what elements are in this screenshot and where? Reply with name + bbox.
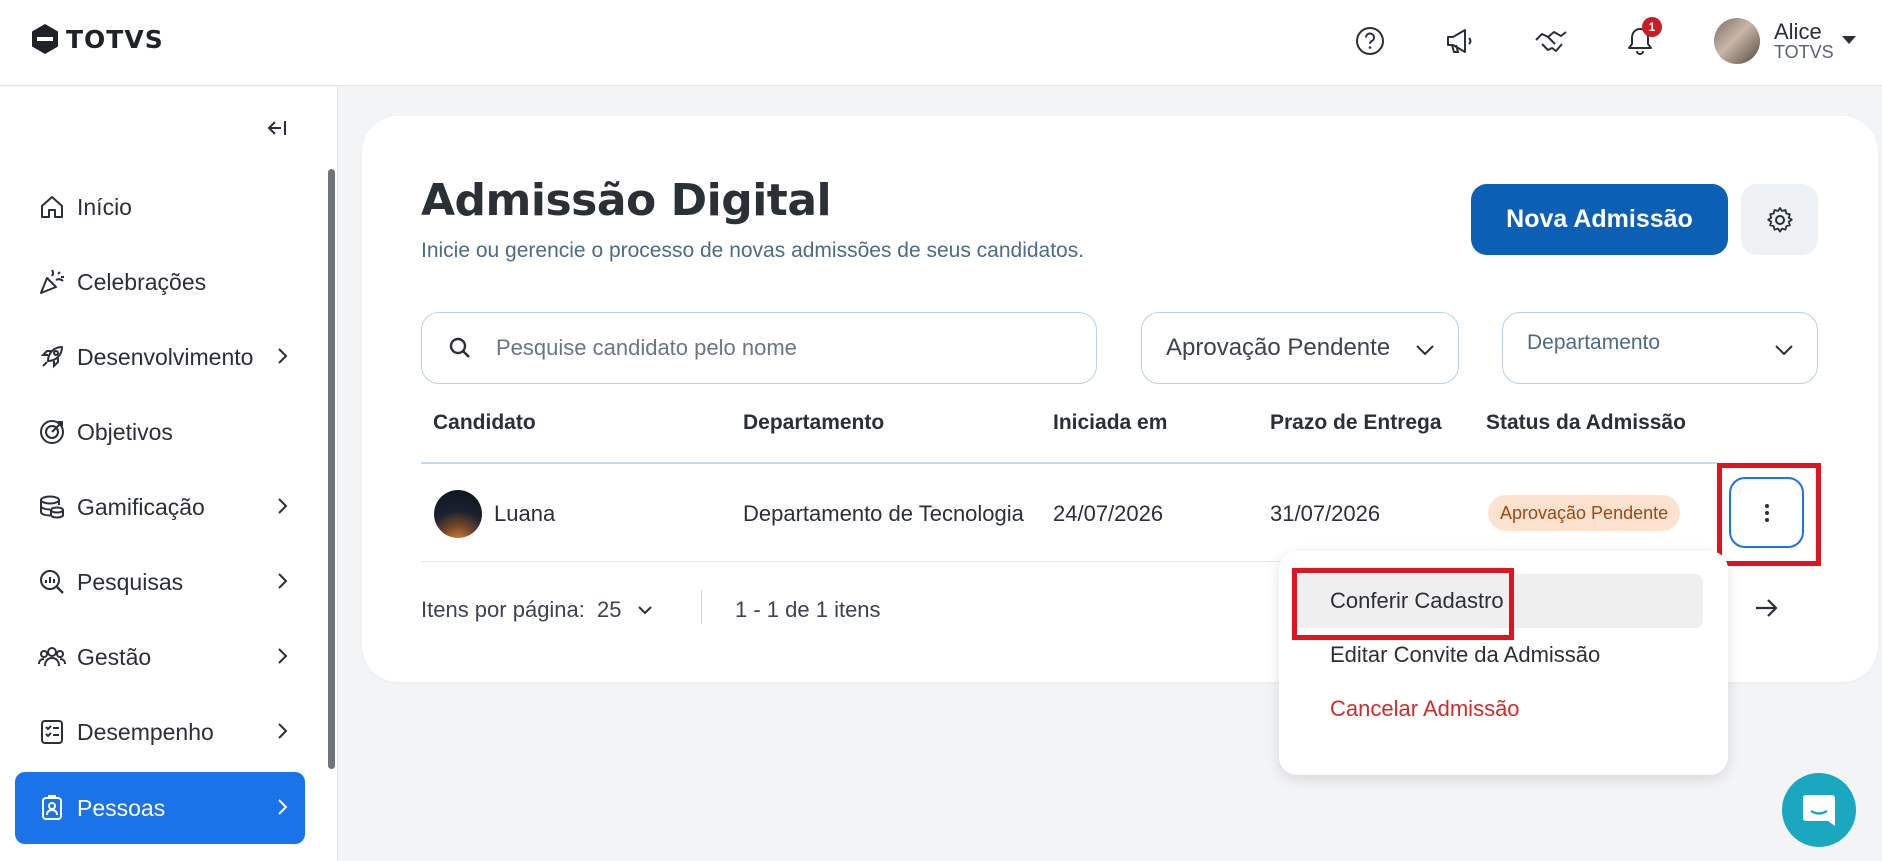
sidebar-item-label: Desempenho — [77, 718, 214, 745]
user-avatar — [1714, 18, 1760, 64]
candidate-search[interactable] — [421, 312, 1097, 384]
table-header-divider — [421, 462, 1717, 464]
chevron-down-icon — [1416, 345, 1434, 356]
home-icon — [37, 192, 67, 222]
chevron-right-icon — [278, 573, 288, 589]
row-actions-highlight-box — [1717, 463, 1821, 566]
rocket-icon — [37, 342, 67, 372]
user-menu-caret-icon[interactable] — [1842, 36, 1856, 44]
notification-count-badge: 1 — [1642, 17, 1662, 37]
chevron-right-icon — [278, 348, 288, 364]
badge-icon — [37, 793, 67, 823]
totvs-logo-mark-icon — [32, 24, 58, 54]
sidebar-item-pessoas[interactable]: Pessoas — [15, 772, 305, 844]
candidate-avatar — [434, 490, 482, 538]
brand-name: TOTVS — [66, 24, 164, 54]
status-filter-value: Aprovação Pendente — [1166, 334, 1391, 361]
user-name: Alice — [1774, 19, 1822, 44]
search-icon — [449, 337, 470, 358]
sidebar-item-label: Objetivos — [77, 418, 173, 445]
totvs-logo[interactable]: TOTVS — [30, 22, 164, 56]
user-menu[interactable]: Alice TOTVS — [1714, 18, 1834, 64]
sidebar-item-gestao[interactable]: Gestão — [15, 621, 305, 693]
chevron-down-icon[interactable] — [635, 600, 655, 620]
sidebar-item-label: Início — [77, 193, 132, 220]
sidebar-item-label: Celebrações — [77, 268, 207, 295]
page-subtitle: Inicie ou gerencie o processo de novas a… — [421, 239, 1085, 262]
search-input[interactable] — [496, 335, 1056, 361]
megaphone-icon[interactable] — [1443, 24, 1477, 58]
status-filter-select[interactable]: Aprovação Pendente — [1141, 312, 1459, 384]
sidebar-item-label: Pessoas — [77, 794, 166, 821]
team-icon — [37, 642, 67, 672]
handshake-icon[interactable] — [1534, 24, 1568, 58]
department-filter-placeholder: Departamento — [1527, 331, 1661, 354]
settings-button[interactable] — [1741, 184, 1818, 255]
sidebar-item-inicio[interactable]: Início — [15, 171, 305, 243]
department-filter-select[interactable]: Departamento — [1502, 312, 1818, 384]
collapse-sidebar-icon[interactable] — [262, 114, 290, 142]
status-badge: Aprovação Pendente — [1488, 495, 1681, 531]
chevron-right-icon — [278, 498, 288, 514]
gear-icon — [1766, 206, 1793, 232]
chat-icon — [1803, 795, 1835, 826]
sidebar-item-pesquisas[interactable]: Pesquisas — [15, 546, 305, 618]
chevron-down-icon — [1775, 345, 1793, 356]
sidebar: Início Celebrações Desenvolvimento Objet… — [0, 87, 338, 861]
checklist-icon — [37, 717, 67, 747]
sidebar-item-gamificacao[interactable]: Gamificação — [15, 471, 305, 543]
column-header-deadline[interactable]: Prazo de Entrega — [1270, 411, 1442, 435]
column-header-candidate[interactable]: Candidato — [433, 411, 536, 435]
chevron-right-icon — [278, 723, 288, 739]
admission-started-date: 24/07/2026 — [1053, 501, 1164, 526]
pagination-divider — [701, 590, 702, 624]
pagination-range: 1 - 1 de 1 itens — [735, 597, 881, 622]
column-header-department[interactable]: Departamento — [743, 411, 884, 435]
chevron-right-icon — [278, 799, 288, 815]
sidebar-item-label: Desenvolvimento — [77, 343, 254, 370]
sidebar-item-celebracoes[interactable]: Celebrações — [15, 246, 305, 318]
sidebar-item-label: Pesquisas — [77, 568, 184, 595]
sidebar-item-objetivos[interactable]: Objetivos — [15, 396, 305, 468]
menu-item-highlight-box — [1292, 568, 1514, 640]
user-org: TOTVS — [1774, 42, 1834, 63]
column-header-status[interactable]: Status da Admissão — [1486, 411, 1686, 435]
help-icon[interactable] — [1353, 24, 1387, 58]
coins-icon — [37, 492, 67, 522]
items-per-page-value[interactable]: 25 — [597, 597, 621, 623]
candidate-department: Departamento de Tecnologia — [743, 501, 1024, 526]
notifications-bell-icon[interactable]: 1 — [1623, 17, 1662, 58]
sidebar-item-desenvolvimento[interactable]: Desenvolvimento — [15, 321, 305, 393]
page-title: Admissão Digital — [421, 175, 832, 226]
search-chart-icon — [37, 567, 67, 597]
items-per-page-label: Itens por página: — [421, 597, 585, 622]
sidebar-item-desempenho[interactable]: Desempenho — [15, 696, 305, 768]
party-popper-icon — [37, 267, 67, 297]
new-admission-button[interactable]: Nova Admissão — [1471, 184, 1728, 255]
admission-deadline-date: 31/07/2026 — [1270, 501, 1381, 526]
top-bar: TOTVS 1 Alice TOTVS — [0, 0, 1882, 86]
chat-button[interactable] — [1782, 773, 1856, 847]
column-header-started[interactable]: Iniciada em — [1053, 411, 1167, 435]
next-page-arrow-icon[interactable] — [1752, 594, 1780, 622]
target-icon — [37, 417, 67, 447]
sidebar-scrollbar[interactable] — [328, 169, 335, 769]
candidate-name: Luana — [494, 501, 556, 526]
sidebar-item-label: Gestão — [77, 643, 152, 670]
chevron-right-icon — [278, 648, 288, 664]
sidebar-item-label: Gamificação — [77, 493, 205, 520]
menu-item-cancelar-admissao[interactable]: Cancelar Admissão — [1295, 682, 1703, 736]
